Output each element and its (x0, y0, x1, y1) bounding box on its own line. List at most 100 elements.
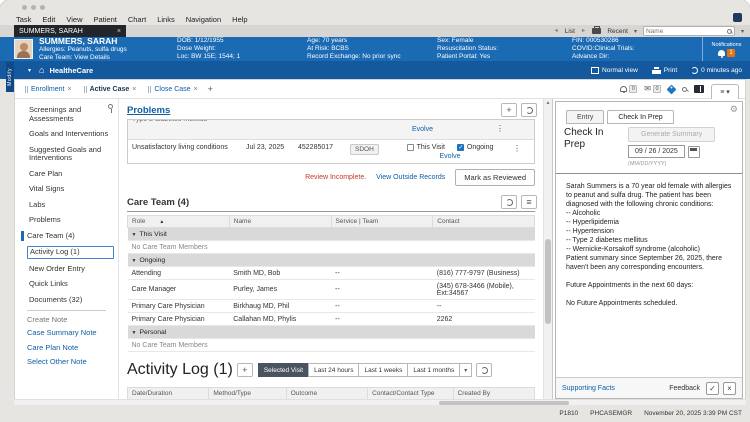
normal-view-button[interactable]: Normal view (591, 66, 638, 74)
more-options-icon[interactable]: ⋮ (496, 124, 504, 133)
filter-last-1-months[interactable]: Last 1 months (407, 363, 461, 377)
bell-icon[interactable] (718, 49, 725, 58)
prev-patient-icon[interactable]: ◄ (553, 28, 558, 34)
refresh-activity-button[interactable] (476, 363, 493, 377)
filter-dropdown-button[interactable]: ▾ (459, 363, 473, 377)
sidebar-item-documents[interactable]: Documents (32) (27, 295, 114, 306)
sidebar-item-problems[interactable]: Problems (27, 215, 114, 226)
tab-entry[interactable]: Entry (566, 110, 605, 124)
prep-date-input[interactable]: 09 / 26 / 2025 (628, 145, 685, 158)
col-service-team[interactable]: Service | Team (330, 215, 434, 228)
problem-row[interactable]: Unsatisfactory living conditions Jul 23,… (128, 140, 534, 163)
calendar-icon[interactable] (687, 145, 700, 158)
col-name[interactable]: Name (228, 215, 332, 228)
menu-task[interactable]: Task (16, 15, 31, 24)
split-view-icon[interactable] (694, 85, 704, 93)
refresh-button[interactable]: 0 minutes ago (691, 66, 742, 74)
search-options-chevron-icon[interactable]: ▾ (741, 28, 744, 35)
filter-last-1-weeks[interactable]: Last 1 weeks (358, 363, 409, 377)
this-visit-checkbox[interactable] (406, 144, 414, 151)
group-personal[interactable]: ▼ Personal (127, 325, 535, 339)
table-row[interactable]: Primary Care Physician Callahan MD, Phyli… (127, 312, 535, 326)
sidebar-item-labs[interactable]: Labs (27, 200, 114, 211)
col-role[interactable]: Role ▲ (127, 215, 230, 228)
problem-row-clipped[interactable]: Type 2 diabetes mellitus Evolve ⋮ (128, 120, 534, 140)
ongoing-checkbox[interactable] (456, 144, 464, 151)
window-controls[interactable] (22, 5, 45, 10)
refresh-problems-button[interactable] (521, 103, 537, 117)
care-team-menu-button[interactable]: ≡ (521, 195, 537, 209)
care-plan-note-link[interactable]: Care Plan Note (27, 343, 114, 353)
refresh-care-team-button[interactable] (501, 195, 517, 209)
view-outside-records-link[interactable]: View Outside Records (376, 174, 445, 181)
sidebar-item-care-team[interactable]: Care Team (4) (21, 230, 114, 241)
tag-icon[interactable] (666, 84, 677, 94)
pin-icon[interactable] (108, 104, 113, 113)
list-label[interactable]: List (565, 28, 575, 35)
evolve-link[interactable]: Evolve (439, 153, 460, 160)
select-other-note-link[interactable]: Select Other Note (27, 357, 114, 367)
close-icon[interactable]: × (117, 28, 121, 35)
notifications-box[interactable]: Notifications 1 (702, 37, 750, 61)
case-summary-note-link[interactable]: Case Summary Note (27, 328, 114, 338)
next-patient-icon[interactable]: ► (581, 28, 586, 34)
menu-chart[interactable]: Chart (128, 15, 146, 24)
recent-chevron-icon[interactable]: ▾ (634, 28, 637, 35)
recent-label[interactable]: Recent (607, 28, 628, 35)
patient-photo[interactable] (14, 39, 33, 59)
col-date-duration[interactable]: Date/Duration (126, 387, 210, 399)
home-icon[interactable]: ⌂ (39, 65, 44, 75)
tab-enrollment[interactable]: Enrollment × (21, 85, 76, 93)
gear-icon[interactable]: ⚙ (730, 104, 738, 114)
recent-briefcase-icon[interactable] (592, 26, 602, 34)
menu-navigation[interactable]: Navigation (186, 15, 221, 24)
messages-tool[interactable]: ✉ 0 (644, 85, 661, 93)
close-icon[interactable]: × (132, 86, 136, 93)
mark-as-reviewed-button[interactable]: Mark as Reviewed (455, 169, 535, 186)
sidebar-item-vital-signs[interactable]: Vital Signs (27, 184, 114, 195)
sidebar-item-new-order-entry[interactable]: New Order Entry (27, 264, 114, 275)
sidebar-item-care-plan[interactable]: Care Plan (27, 169, 114, 180)
table-row[interactable]: Care Manager Purley, James -- (345) 678-34… (127, 279, 535, 300)
more-options-icon[interactable]: ⋮ (500, 144, 534, 153)
table-row[interactable]: Primary Care Physician Birkhaug MD, Phil … (127, 299, 535, 313)
table-row[interactable]: Attending Smith MD, Bob -- (816) 777-9797 … (127, 266, 535, 280)
filter-last-24-hours[interactable]: Last 24 hours (308, 363, 360, 377)
vertical-scrollbar[interactable]: ▲ (543, 99, 552, 399)
col-outcome[interactable]: Outcome (285, 387, 369, 399)
layout-menu-button[interactable]: ≡ ▾ (711, 83, 739, 99)
menu-patient[interactable]: Patient (93, 15, 116, 24)
feedback-negative-button[interactable]: × (723, 381, 736, 395)
supporting-facts-link[interactable]: Supporting Facts (562, 385, 665, 392)
sidebar-item-activity-log[interactable]: Activity Log (1) (27, 246, 114, 259)
sidebar-item-quick-links[interactable]: Quick Links (27, 279, 114, 290)
scrollbar-thumb[interactable] (545, 239, 551, 324)
tab-active-case[interactable]: Active Case × (80, 85, 141, 93)
group-ongoing[interactable]: ▼ Ongoing (127, 253, 535, 267)
col-contact[interactable]: Contact (432, 215, 535, 228)
search-icon[interactable] (682, 86, 687, 92)
collapsed-side-tab[interactable]: Modify (6, 62, 14, 92)
sidebar-item-screenings[interactable]: Screenings and Assessments (27, 105, 114, 124)
evolve-link[interactable]: Evolve (412, 126, 433, 133)
search-icon[interactable] (726, 28, 732, 34)
notifications-tool[interactable]: 0 (620, 85, 638, 93)
menu-view[interactable]: View (66, 15, 82, 24)
tab-close-case[interactable]: Close Case × (144, 85, 201, 93)
menu-help[interactable]: Help (232, 15, 247, 24)
filter-selected-visit[interactable]: Selected Visit (257, 363, 310, 377)
col-method-type[interactable]: Method/Type (208, 387, 287, 399)
feedback-positive-button[interactable]: ✓ (706, 381, 719, 395)
sidebar-item-goals[interactable]: Goals and Interventions (27, 129, 114, 140)
tab-check-in-prep[interactable]: Check In Prep (607, 110, 674, 124)
col-created-by[interactable]: Created By (452, 387, 536, 399)
scroll-up-icon[interactable]: ▲ (544, 100, 552, 106)
menu-edit[interactable]: Edit (42, 15, 55, 24)
problems-heading[interactable]: Problems (127, 105, 497, 116)
toolbar-chevron-icon[interactable]: ▾ (28, 67, 31, 74)
close-icon[interactable]: × (194, 86, 198, 93)
sidebar-item-suggested-goals[interactable]: Suggested Goals and Interventions (27, 145, 114, 164)
group-this-visit[interactable]: ▼ This Visit (127, 227, 535, 241)
generate-summary-button[interactable]: Generate Summary (628, 127, 716, 142)
close-icon[interactable]: × (67, 86, 71, 93)
